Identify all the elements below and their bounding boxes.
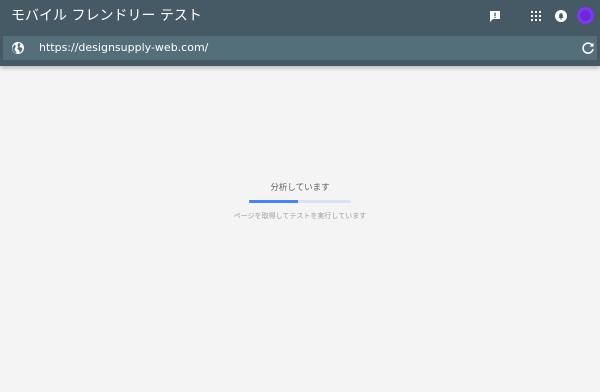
progress-fill — [249, 200, 298, 203]
url-bar[interactable]: https://designsupply-web.com/ — [3, 36, 597, 60]
url-text[interactable]: https://designsupply-web.com/ — [39, 41, 208, 55]
apps-grid-icon[interactable] — [528, 8, 544, 24]
progress-bar — [249, 200, 351, 203]
app-header: モバイル フレンドリー テスト https://designsupply-web… — [0, 0, 600, 66]
status-subtitle: ページを取得してテストを実行しています — [233, 212, 367, 220]
status-title: 分析しています — [270, 183, 330, 193]
app-title: モバイル フレンドリー テスト — [11, 8, 202, 24]
reload-icon[interactable] — [581, 41, 595, 55]
account-avatar[interactable] — [577, 7, 594, 24]
loading-status: 分析しています ページを取得してテストを実行しています — [200, 182, 400, 221]
feedback-icon[interactable] — [487, 8, 503, 24]
notifications-icon[interactable] — [553, 8, 569, 24]
globe-icon — [12, 42, 24, 54]
